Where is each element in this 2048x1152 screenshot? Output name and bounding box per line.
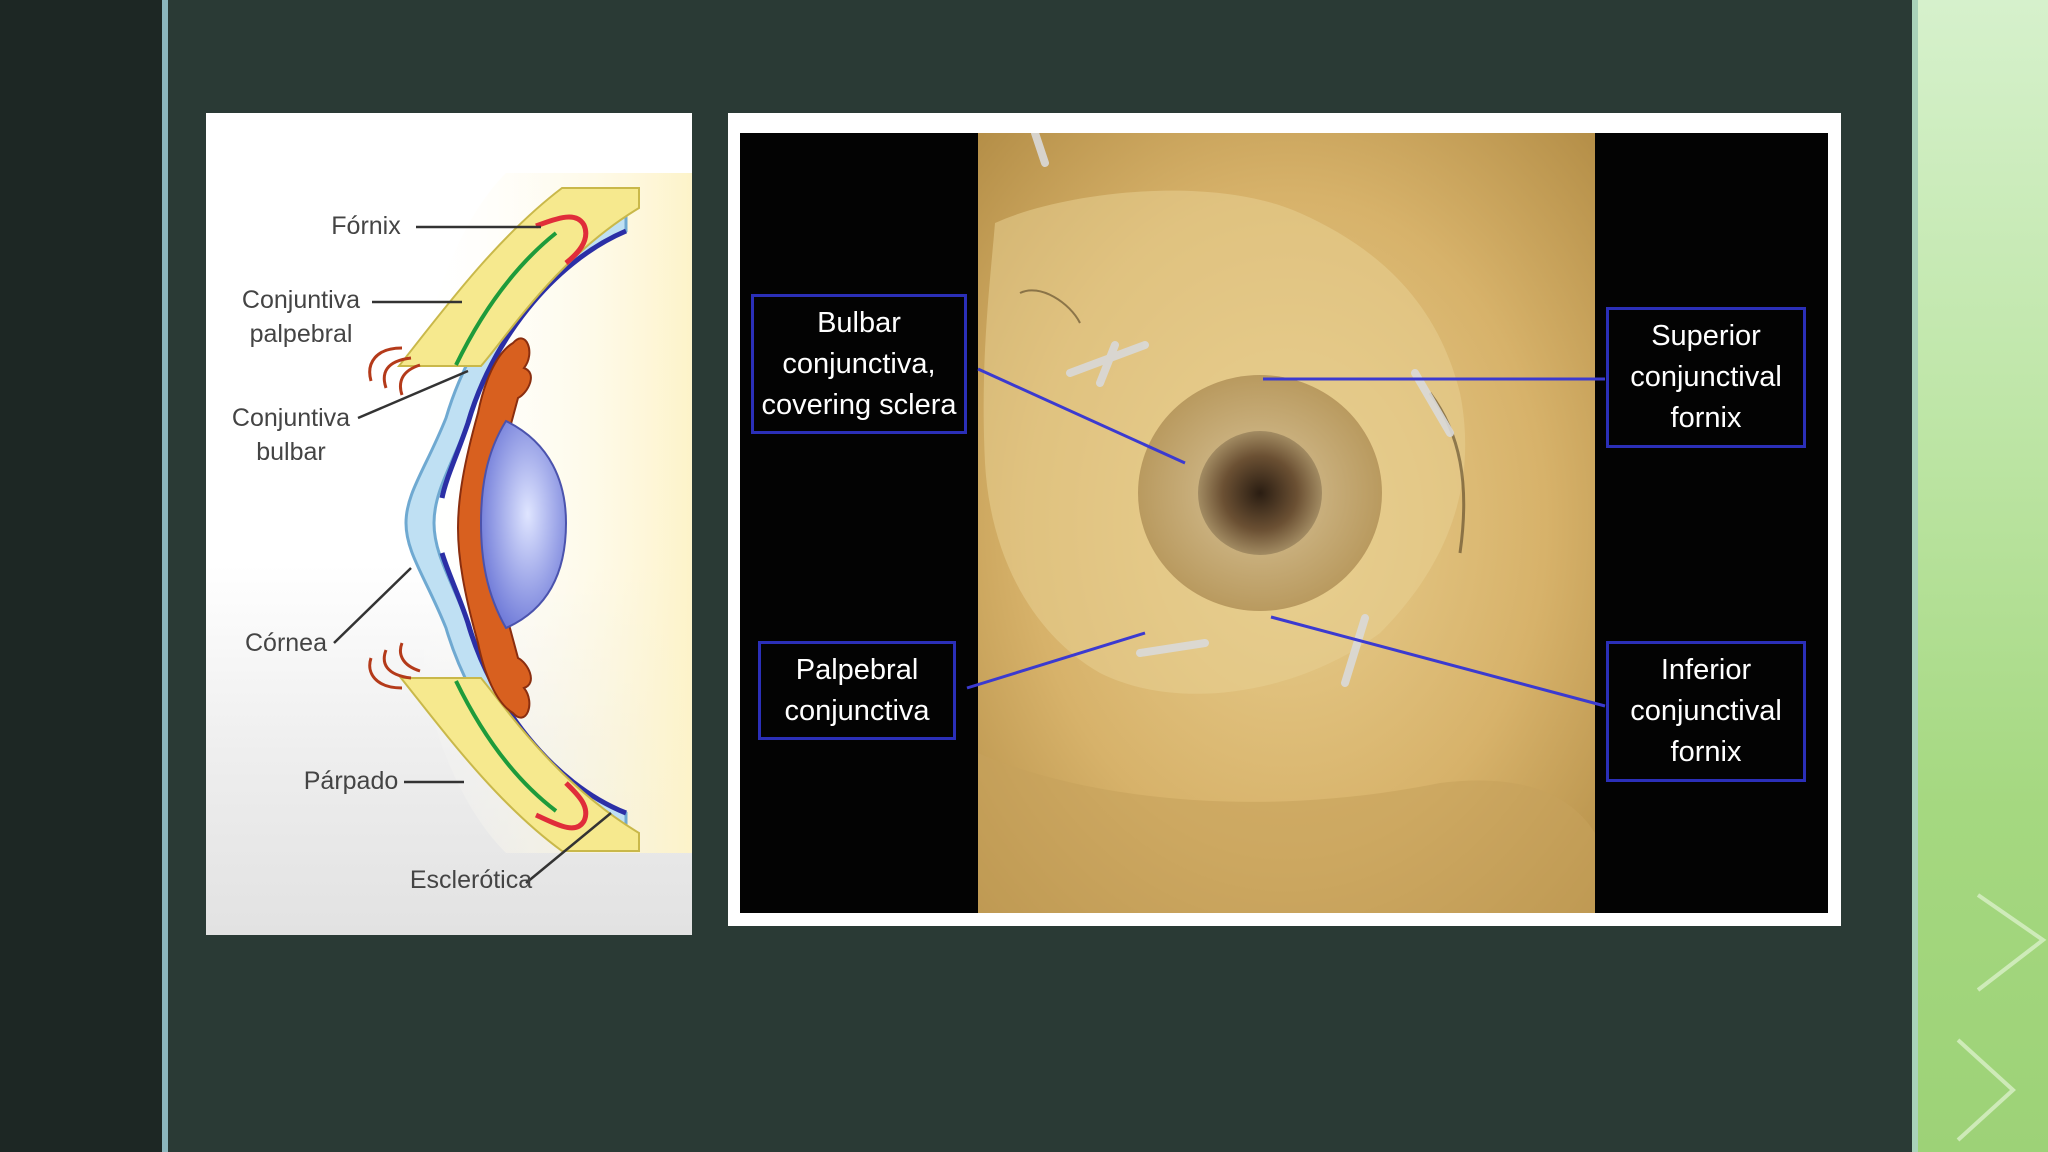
decorative-accent-band [1918,0,2048,1152]
label-superior-conjunctival-fornix: Superior conjunctival fornix [1606,307,1806,448]
label-palpebral-conjunctiva: Palpebral conjunctiva [758,641,956,740]
label-esclerotica: Esclerótica [409,866,533,894]
eye-diagram-panel: Fórnix Conjuntiva palpebral Conjuntiva b… [206,113,692,935]
slide-left-margin [0,0,164,1152]
label-inferior-conjunctival-fornix: Inferior conjunctival fornix [1606,641,1806,782]
chevron-decoration-icon [1956,893,2047,1142]
label-fornix: Fórnix [331,212,401,240]
label-parpado: Párpado [303,767,399,795]
label-cornea: Córnea [245,629,327,657]
dissection-photo-panel: Bulbar conjunctiva, covering sclera Supe… [728,113,1841,926]
dissection-photo-illustration [966,133,1606,913]
label-conjuntiva-palpebral: Conjuntiva palpebral [241,286,361,348]
label-bulbar-conjunctiva: Bulbar conjunctiva, covering sclera [751,294,967,434]
dissection-photo: Bulbar conjunctiva, covering sclera Supe… [740,133,1828,913]
label-conjuntiva-bulbar: Conjuntiva bulbar [231,404,351,466]
eye-cross-section-illustration [333,173,692,884]
